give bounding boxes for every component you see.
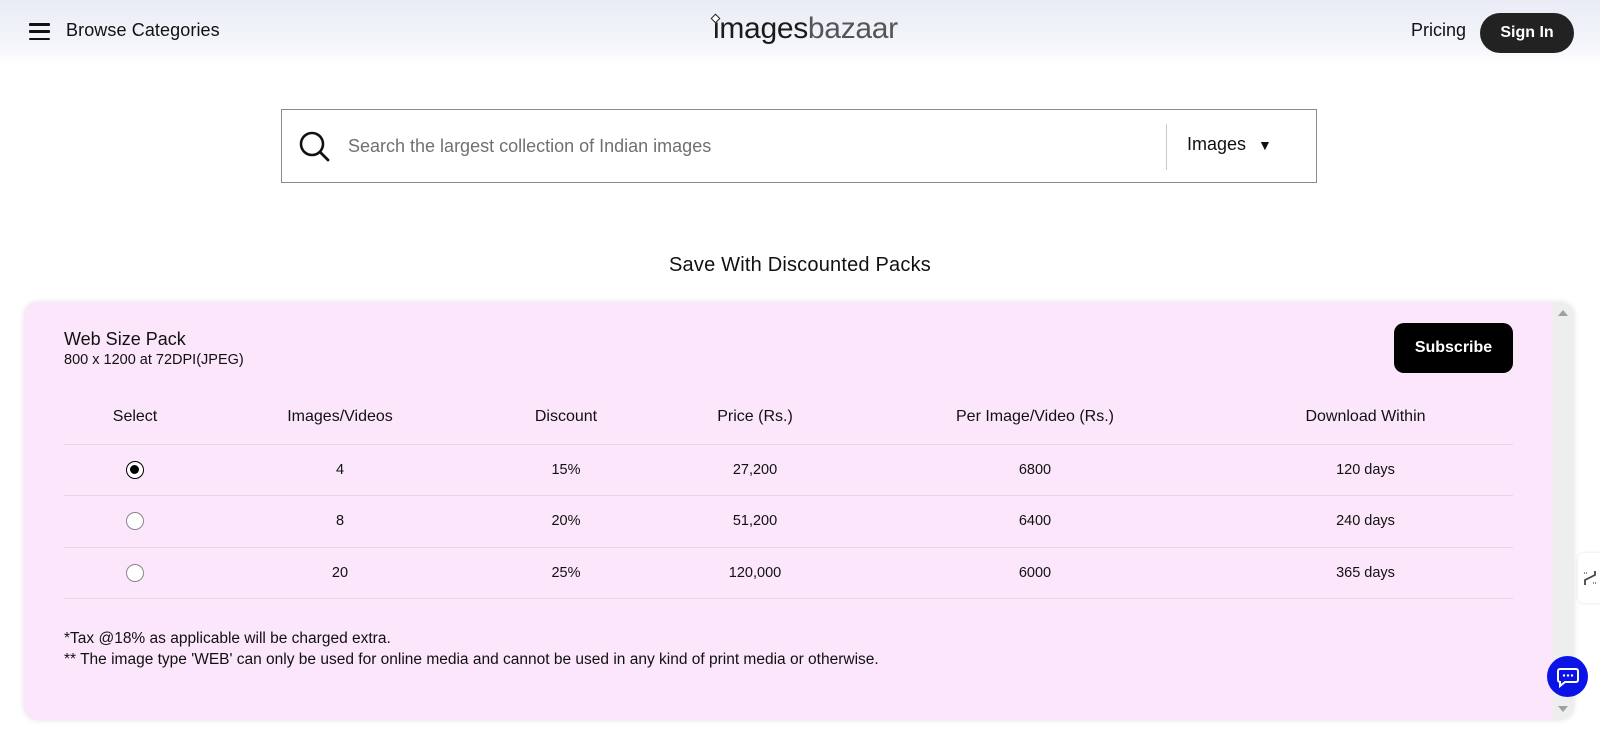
column-header-discount: Discount (474, 390, 658, 445)
search-bar: Images ▼ (281, 109, 1317, 183)
pack-radio[interactable] (126, 512, 144, 531)
chat-button[interactable] (1547, 656, 1588, 697)
search-divider (1166, 124, 1167, 170)
images-cell: 4 (206, 444, 474, 496)
sign-in-button[interactable]: Sign In (1480, 13, 1574, 53)
per-image-cell: 6800 (852, 444, 1218, 496)
price-cell: 27,200 (658, 444, 852, 496)
chat-icon (1556, 667, 1579, 688)
pack-table: Select Images/Videos Discount Price (Rs.… (64, 390, 1513, 599)
select-cell (64, 444, 206, 496)
price-cell: 51,200 (658, 495, 852, 548)
logo-text-bazaar: bazaar (807, 12, 898, 45)
images-cell: 8 (206, 495, 474, 548)
column-header-select: Select (64, 390, 206, 445)
scroll-down-arrow-icon[interactable] (1558, 706, 1568, 712)
browse-categories-link[interactable]: Browse Categories (66, 20, 220, 41)
price-cell: 120,000 (658, 547, 852, 599)
column-header-price: Price (Rs.) (658, 390, 852, 445)
pack-title: Web Size Pack (64, 329, 186, 349)
pack-subtitle: 800 x 1200 at 72DPI(JPEG) (64, 352, 244, 368)
logo-text-images: images (713, 12, 808, 45)
top-header: Browse Categories imagesbazaar Pricing S… (0, 0, 1600, 66)
per-image-cell: 6000 (852, 547, 1218, 599)
pack-card: Web Size Pack 800 x 1200 at 72DPI(JPEG) … (24, 302, 1574, 720)
tax-note: *Tax @18% as applicable will be charged … (64, 630, 391, 647)
table-row[interactable]: 20 25% 120,000 6000 365 days (64, 547, 1513, 599)
select-cell (64, 495, 206, 548)
pricing-link[interactable]: Pricing (1411, 20, 1466, 41)
search-icon[interactable] (298, 130, 332, 164)
pack-notes: *Tax @18% as applicable will be charged … (64, 629, 879, 670)
site-logo[interactable]: imagesbazaar (710, 12, 898, 52)
media-type-dropdown[interactable]: Images ▼ (1187, 134, 1272, 155)
hamburger-menu-icon[interactable] (29, 23, 50, 41)
scroll-up-arrow-icon[interactable] (1558, 310, 1568, 316)
usage-note: ** The image type 'WEB' can only be used… (64, 650, 879, 668)
column-header-images: Images/Videos (206, 390, 474, 445)
column-header-per-image: Per Image/Video (Rs.) (852, 390, 1218, 445)
media-type-selected: Images (1187, 134, 1247, 154)
subscribe-button[interactable]: Subscribe (1394, 323, 1513, 373)
side-widget-tab[interactable] (1578, 553, 1600, 603)
discount-cell: 20% (474, 495, 658, 548)
download-cell: 120 days (1218, 444, 1513, 496)
download-cell: 365 days (1218, 547, 1513, 599)
column-header-download: Download Within (1218, 390, 1513, 445)
download-cell: 240 days (1218, 495, 1513, 548)
table-row[interactable]: 8 20% 51,200 6400 240 days (64, 495, 1513, 548)
pack-radio[interactable] (126, 563, 144, 582)
pack-radio[interactable] (126, 460, 144, 479)
search-input[interactable] (348, 128, 1148, 164)
images-cell: 20 (206, 547, 474, 599)
per-image-cell: 6400 (852, 495, 1218, 548)
table-header-row: Select Images/Videos Discount Price (Rs.… (64, 390, 1513, 445)
discount-cell: 15% (474, 444, 658, 496)
resize-icon (1584, 571, 1596, 585)
section-title: Save With Discounted Packs (669, 254, 931, 276)
select-cell (64, 547, 206, 599)
table-row[interactable]: 4 15% 27,200 6800 120 days (64, 444, 1513, 496)
discount-cell: 25% (474, 547, 658, 599)
caret-down-icon: ▼ (1258, 136, 1272, 153)
